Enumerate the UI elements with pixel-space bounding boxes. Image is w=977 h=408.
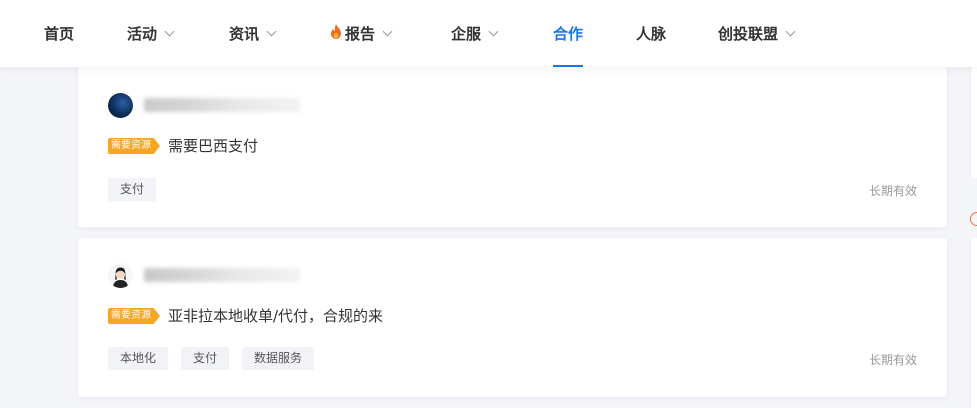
validity-label: 长期有效	[868, 353, 917, 367]
nav-label: 人脉	[636, 25, 667, 43]
chip-list: 支付	[108, 178, 157, 201]
chevron-down-icon	[488, 26, 499, 36]
nav-item-venture-alliance[interactable]: 创投联盟	[718, 0, 796, 67]
validity-label: 长期有效	[868, 184, 917, 198]
chevron-down-icon	[266, 26, 277, 36]
category-chip[interactable]: 支付	[181, 347, 230, 370]
post-title[interactable]: 亚非拉本地收单/代付，合规的来	[168, 305, 383, 326]
chevron-down-icon	[785, 26, 796, 36]
info-icon	[970, 212, 977, 226]
nav-item-activities[interactable]: 活动	[127, 0, 175, 67]
nav-label: 资讯	[229, 25, 260, 43]
nav-label: 合作	[553, 25, 584, 43]
nav-item-reports[interactable]: 报告	[330, 0, 393, 67]
nav-item-news[interactable]: 资讯	[229, 0, 277, 67]
chevron-down-icon	[164, 26, 175, 36]
demand-tag: 需要资源	[108, 138, 160, 154]
nav-label: 首页	[44, 25, 75, 43]
top-nav: 首页 活动 资讯 报告 企服 合作 人脉 创投联盟	[0, 0, 977, 67]
chip-list: 本地化 支付 数据服务	[108, 347, 315, 370]
fire-icon	[330, 24, 342, 43]
avatar[interactable]	[108, 93, 133, 118]
nav-item-connections[interactable]: 人脉	[636, 0, 666, 67]
cooperation-post-card[interactable]: 需要资源 亚非拉本地收单/代付，合规的来 本地化 支付 数据服务 长期有效	[78, 238, 947, 397]
blurred-username	[144, 98, 300, 112]
category-chip[interactable]: 本地化	[108, 347, 169, 370]
sidebar-panel	[970, 238, 977, 408]
nav-label: 报告	[345, 25, 376, 43]
cooperation-post-card[interactable]: 需要资源 需要巴西支付 支付 长期有效	[78, 60, 947, 227]
avatar[interactable]	[108, 263, 133, 288]
post-title[interactable]: 需要巴西支付	[168, 135, 258, 156]
nav-item-home[interactable]: 首页	[44, 0, 74, 67]
sidebar-panel	[970, 60, 977, 178]
chevron-down-icon	[382, 26, 393, 36]
nav-item-cooperation[interactable]: 合作	[553, 0, 584, 67]
nav-item-enterprise-services[interactable]: 企服	[451, 0, 499, 67]
blurred-username	[144, 268, 300, 282]
category-chip[interactable]: 数据服务	[242, 347, 315, 370]
nav-label: 活动	[127, 25, 158, 43]
demand-tag: 需要资源	[108, 308, 160, 324]
category-chip[interactable]: 支付	[108, 178, 157, 201]
nav-label: 企服	[451, 25, 482, 43]
nav-label: 创投联盟	[718, 25, 779, 43]
